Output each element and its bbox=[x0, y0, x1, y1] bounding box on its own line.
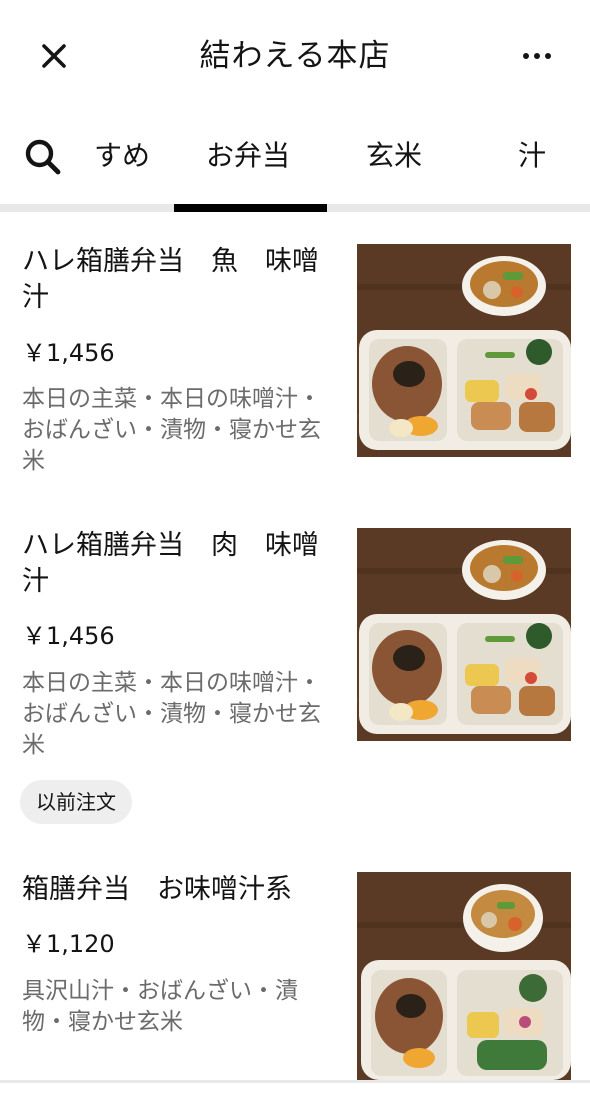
bento-photo bbox=[357, 528, 571, 741]
bento-photo bbox=[357, 872, 571, 1080]
tab-osusume[interactable]: すめ bbox=[94, 136, 150, 176]
previously-ordered-badge: 以前注文 bbox=[20, 780, 132, 824]
tab-obento[interactable]: お弁当 bbox=[206, 136, 290, 176]
menu-item-price: ￥1,456 bbox=[22, 339, 115, 367]
bento-photo bbox=[357, 244, 571, 457]
category-tab-bar: すめ お弁当 玄米 汁 bbox=[0, 110, 590, 213]
menu-item-description: 本日の主菜・本日の味噌汁・おばんざい・漬物・寝かせ玄米 bbox=[22, 670, 321, 758]
menu-item-name: ハレ箱膳弁当 魚 味噌汁 bbox=[22, 246, 319, 313]
menu-item-name: ハレ箱膳弁当 肉 味噌汁 bbox=[22, 530, 319, 597]
menu-search-button[interactable] bbox=[20, 134, 66, 180]
menu-item[interactable]: 箱膳弁当 お味噌汁系 ￥1,120 具沢山汁・おばんざい・漬物・寝かせ玄米 bbox=[0, 872, 590, 1080]
list-bottom-divider bbox=[0, 1080, 590, 1083]
search-icon bbox=[25, 139, 61, 175]
menu-item-name: 箱膳弁当 お味噌汁系 bbox=[22, 874, 292, 905]
active-tab-indicator bbox=[174, 204, 327, 212]
menu-item[interactable]: ハレ箱膳弁当 肉 味噌汁 ￥1,456 本日の主菜・本日の味噌汁・おばんざい・漬… bbox=[0, 528, 590, 828]
top-bar: 結わえる本店 bbox=[0, 0, 590, 110]
store-title: 結わえる本店 bbox=[199, 38, 391, 74]
menu-item-description: 具沢山汁・おばんざい・漬物・寝かせ玄米 bbox=[22, 978, 298, 1035]
more-options-button[interactable] bbox=[512, 34, 562, 78]
menu-item-description: 本日の主菜・本日の味噌汁・おばんざい・漬物・寝かせ玄米 bbox=[22, 386, 321, 474]
tab-genmai[interactable]: 玄米 bbox=[366, 136, 422, 176]
tab-scroller[interactable]: すめ お弁当 玄米 汁 bbox=[66, 110, 590, 202]
more-horizontal-icon bbox=[523, 53, 551, 59]
menu-item-price: ￥1,456 bbox=[22, 622, 115, 650]
tab-shiru[interactable]: 汁 bbox=[518, 136, 546, 176]
menu-item-price: ￥1,120 bbox=[22, 930, 115, 958]
menu-item[interactable]: ハレ箱膳弁当 魚 味噌汁 ￥1,456 本日の主菜・本日の味噌汁・おばんざい・漬… bbox=[0, 244, 590, 484]
